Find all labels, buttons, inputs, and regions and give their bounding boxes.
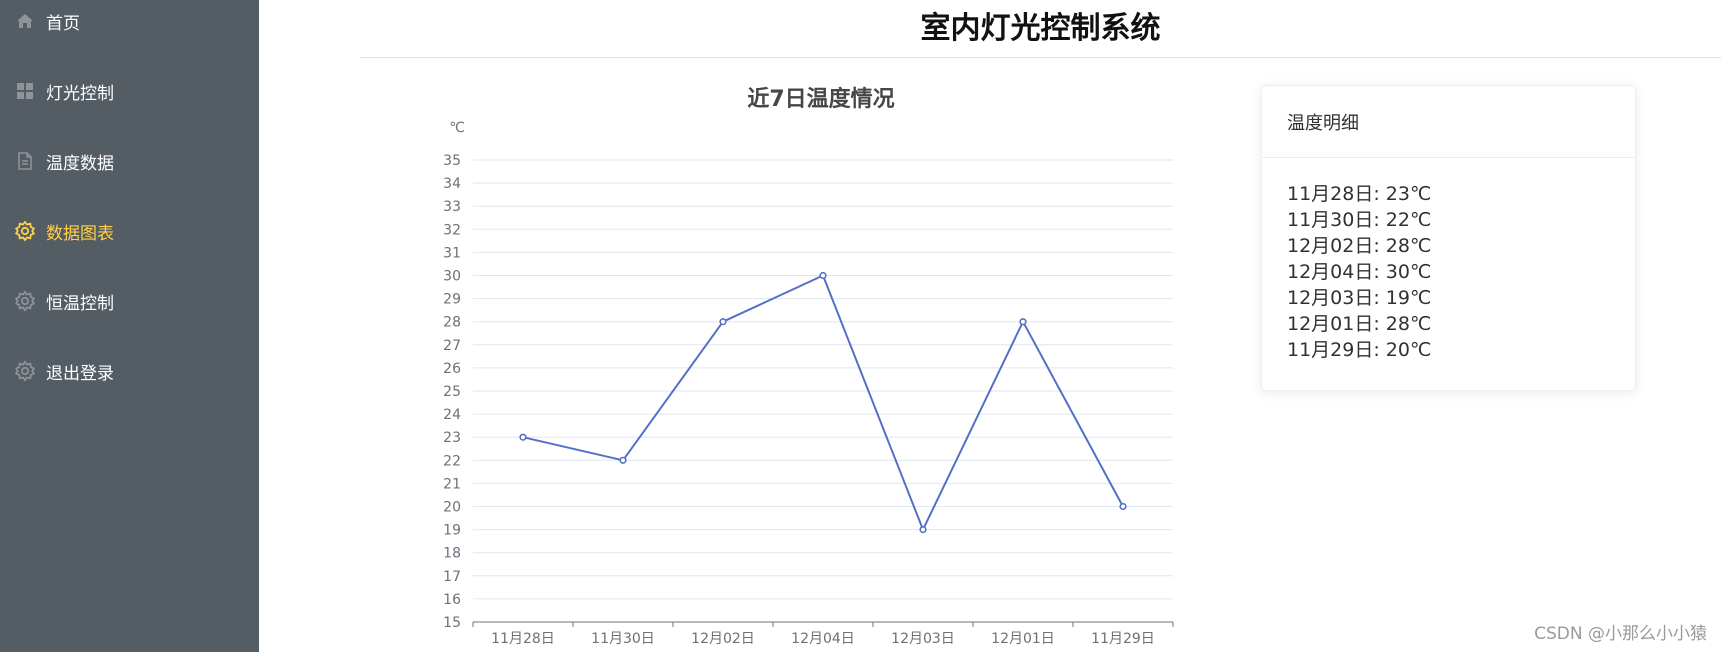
y-tick-label: 33 (443, 199, 461, 215)
y-tick-label: 21 (443, 476, 461, 492)
y-tick-label: 30 (443, 269, 461, 285)
x-tick-label: 12月01日 (991, 631, 1055, 647)
y-tick-label: 32 (443, 222, 461, 238)
y-tick-label: 24 (443, 407, 461, 423)
x-tick-label: 12月02日 (691, 631, 755, 647)
x-tick-label: 11月30日 (591, 631, 655, 647)
data-point (1119, 502, 1127, 511)
y-tick-label: 18 (443, 546, 461, 562)
home-icon (14, 10, 36, 32)
sidebar-item-label: 灯光控制 (46, 83, 114, 104)
chart-title: 近7日温度情况 (747, 86, 894, 112)
data-point (919, 526, 927, 534)
y-axis-label: ℃ (449, 120, 465, 136)
sidebar-item-data-chart[interactable]: 数据图表 (0, 196, 259, 266)
sidebar-item-label: 首页 (46, 13, 80, 34)
y-tick-label: 16 (443, 592, 461, 608)
y-tick-label: 27 (443, 338, 461, 354)
y-tick-label: 17 (443, 569, 461, 585)
detail-item: 11月29日: 20℃ (1287, 339, 1432, 361)
sidebar-item-thermostat[interactable]: 恒温控制 (0, 266, 259, 336)
data-point (819, 271, 827, 280)
sidebar-item-label: 数据图表 (46, 223, 114, 244)
sidebar: 首页 灯光控制 温度数据 数据图表 恒温控制 退出登录 (0, 0, 259, 652)
y-tick-label: 28 (443, 315, 461, 331)
temperature-line-chart: 近7日温度情况 ℃ 15 16 17 18 19 20 21 22 23 24 25 26 27 28 29 30… (443, 86, 1174, 647)
detail-item: 12月02日: 28℃ (1287, 235, 1432, 257)
y-tick-label: 26 (443, 361, 461, 377)
y-tick-label: 34 (443, 176, 461, 192)
sidebar-item-label: 退出登录 (46, 363, 114, 384)
data-point (1019, 318, 1027, 326)
grid-icon (14, 80, 36, 102)
x-tick-label: 11月29日 (1091, 631, 1155, 647)
y-tick-label: 31 (443, 245, 461, 261)
y-tick-label: 15 (443, 615, 461, 631)
y-tick-label: 19 (443, 523, 461, 539)
sidebar-item-label: 恒温控制 (46, 293, 114, 314)
detail-item: 11月28日: 23℃ (1287, 183, 1432, 205)
sidebar-item-light-control[interactable]: 灯光控制 (0, 56, 259, 126)
sidebar-item-home[interactable]: 首页 (0, 0, 259, 56)
series-line (522, 274, 1124, 531)
y-tick-label: 25 (443, 384, 461, 400)
y-tick-label: 20 (443, 500, 461, 516)
page-title: 室内灯光控制系统 (920, 11, 1161, 46)
detail-list: 11月28日: 23℃ 11月30日: 22℃ 12月02日: 28℃ 12月04日:… (1262, 158, 1635, 386)
x-tick-label: 12月04日 (791, 631, 855, 647)
gear-icon (14, 220, 36, 242)
gear-icon (14, 290, 36, 312)
detail-item: 12月04日: 30℃ (1287, 261, 1432, 283)
sidebar-item-label: 温度数据 (46, 153, 114, 174)
temperature-detail-card: 温度明细 11月28日: 23℃ 11月30日: 22℃ 12月02日: 28℃ 12… (1261, 85, 1636, 391)
sidebar-item-temperature-data[interactable]: 温度数据 (0, 126, 259, 196)
detail-item: 12月01日: 28℃ (1287, 313, 1432, 335)
y-tick-label: 29 (443, 292, 461, 308)
x-tick-label: 11月28日 (491, 631, 555, 647)
y-tick-label: 23 (443, 430, 461, 446)
detail-item: 12月03日: 19℃ (1287, 287, 1432, 309)
data-point (619, 456, 627, 464)
document-icon (14, 150, 36, 172)
data-point (719, 318, 727, 326)
y-tick-label: 35 (443, 153, 461, 169)
x-tick-label: 12月03日 (891, 631, 955, 647)
card-title: 温度明细 (1262, 86, 1635, 158)
sidebar-item-logout[interactable]: 退出登录 (0, 336, 259, 406)
detail-item: 11月30日: 22℃ (1287, 209, 1432, 231)
y-tick-label: 22 (443, 453, 461, 469)
title-divider (360, 57, 1721, 58)
watermark: CSDN @小那么小小猿 (1534, 624, 1707, 644)
data-point (519, 433, 527, 441)
gear-icon (14, 360, 36, 382)
